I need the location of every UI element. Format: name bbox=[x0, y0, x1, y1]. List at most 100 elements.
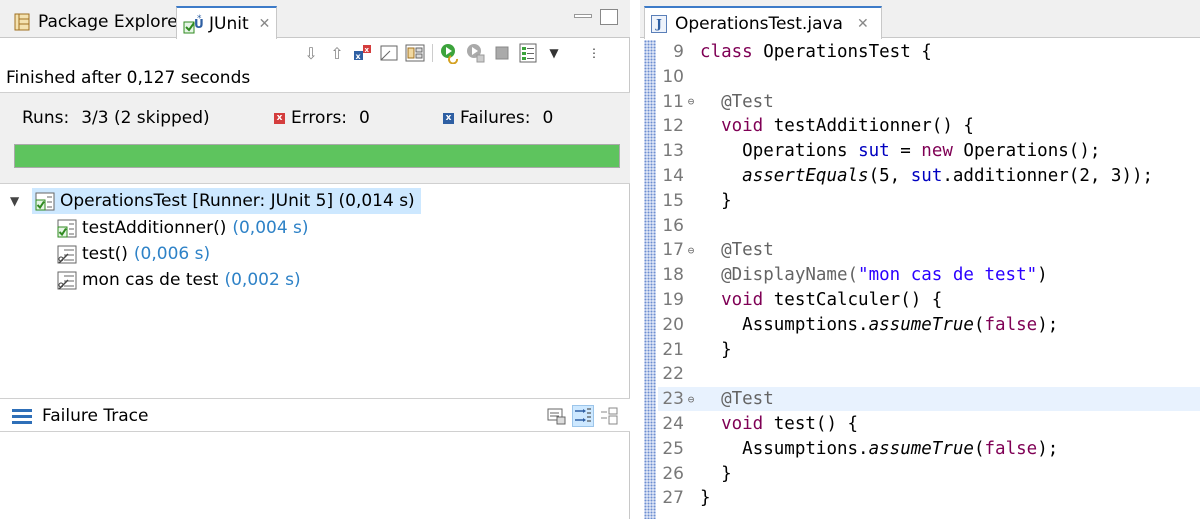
runs-counter: Runs: 3/3 (2 skipped) bbox=[22, 108, 210, 128]
failure-trace-title: Failure Trace bbox=[42, 406, 149, 426]
errors-label: Errors: bbox=[291, 108, 348, 128]
failures-counter: x Failures: 0 bbox=[443, 108, 553, 128]
tree-root-label: OperationsTest [Runner: JUnit 5] (0,014 … bbox=[60, 191, 415, 211]
fold-toggle bbox=[684, 442, 698, 456]
chevron-down-icon[interactable]: ▼ bbox=[10, 194, 26, 208]
filter-stack-trace-icon[interactable] bbox=[572, 405, 594, 427]
test-skipped-icon bbox=[56, 269, 78, 291]
minimize-button[interactable] bbox=[574, 14, 592, 18]
line-number: 20 bbox=[662, 314, 684, 335]
line-number: 11 bbox=[662, 91, 684, 112]
error-icon: x bbox=[274, 112, 285, 124]
code-text: class OperationsTest { bbox=[700, 42, 932, 62]
fold-toggle bbox=[684, 318, 698, 332]
line-number: 23 bbox=[662, 389, 684, 410]
fold-toggle bbox=[684, 467, 698, 481]
close-icon[interactable]: ✕ bbox=[259, 16, 271, 32]
code-text: @Test bbox=[721, 389, 774, 410]
editor-tab-label: OperationsTest.java bbox=[675, 13, 843, 34]
package-explorer-icon bbox=[12, 12, 32, 32]
line-number: 16 bbox=[662, 215, 684, 236]
code-text: void testAdditionner() { bbox=[721, 116, 974, 137]
tab-junit[interactable]: U * JUnit ✕ bbox=[176, 6, 278, 39]
tree-item-mon-cas-de-test[interactable]: mon cas de test (0,002 s) bbox=[56, 267, 301, 293]
line-number: 15 bbox=[662, 190, 684, 211]
line-number: 27 bbox=[662, 488, 684, 509]
code-text: } bbox=[721, 463, 732, 484]
chevron-down-icon[interactable]: ▼ bbox=[543, 42, 565, 64]
progress-fill bbox=[15, 145, 619, 167]
failures-label: Failures: bbox=[460, 108, 531, 128]
code-text: @Test bbox=[721, 240, 774, 261]
fold-toggle bbox=[684, 491, 698, 505]
failures-value: 0 bbox=[542, 108, 554, 128]
code-line: 16 bbox=[658, 214, 1200, 238]
test-duration: (0,004 s) bbox=[232, 218, 309, 238]
line-number: 17 bbox=[662, 240, 684, 261]
fold-toggle bbox=[684, 219, 698, 233]
code-line: 18 @DisplayName("mon cas de test") bbox=[658, 263, 1200, 287]
test-passed-icon bbox=[56, 217, 78, 239]
tab-package-explorer[interactable]: Package Explorer bbox=[6, 6, 191, 38]
scroll-lock-icon[interactable] bbox=[378, 42, 400, 64]
line-number: 13 bbox=[662, 141, 684, 162]
editor-tab-bar: J OperationsTest.java ✕ bbox=[640, 0, 1200, 39]
failure-trace-header: Failure Trace bbox=[0, 398, 630, 432]
stop-icon[interactable] bbox=[491, 42, 513, 64]
code-text: Assumptions.assumeTrue(false); bbox=[742, 438, 1059, 459]
tree-item-testadditionner[interactable]: testAdditionner() (0,004 s) bbox=[56, 215, 309, 241]
close-icon[interactable]: ✕ bbox=[857, 16, 869, 32]
tab-operationstest-java[interactable]: J OperationsTest.java ✕ bbox=[644, 6, 882, 39]
collapse-icon[interactable]: ⊖ bbox=[684, 392, 698, 406]
junit-toolbar: ⇩ ⇧ xx ▼ ⋮ bbox=[300, 40, 605, 66]
code-line: 12 void testAdditionner() { bbox=[658, 114, 1200, 138]
test-duration: (0,006 s) bbox=[133, 244, 211, 264]
code-line: 17 ⊖ @Test bbox=[658, 238, 1200, 262]
maximize-button[interactable] bbox=[600, 9, 618, 25]
code-line: 11 ⊖ @Test bbox=[658, 90, 1200, 114]
test-skipped-icon bbox=[56, 243, 78, 265]
test-counters: Runs: 3/3 (2 skipped) x Errors: 0 x Fail… bbox=[0, 92, 630, 184]
code-text: } bbox=[721, 190, 732, 211]
code-line: 15 } bbox=[658, 189, 1200, 213]
next-failure-icon[interactable]: ⇩ bbox=[300, 42, 322, 64]
tree-root-item[interactable]: ▼ OperationsTest [Runner: JUnit 5] (0,01… bbox=[10, 188, 421, 214]
tree-item-test[interactable]: test() (0,006 s) bbox=[56, 241, 210, 267]
code-text: @Test bbox=[721, 91, 774, 112]
fold-toggle bbox=[684, 367, 698, 381]
compare-result-icon[interactable] bbox=[546, 405, 568, 427]
previous-failure-icon[interactable]: ⇧ bbox=[326, 42, 348, 64]
overview-ruler[interactable] bbox=[644, 40, 656, 519]
code-line: 14 assertEquals(5, sut.additionner(2, 3)… bbox=[658, 164, 1200, 188]
tree-root-selection: OperationsTest [Runner: JUnit 5] (0,014 … bbox=[32, 188, 421, 214]
svg-text:*: * bbox=[197, 14, 202, 24]
line-number: 26 bbox=[662, 463, 684, 484]
fold-toggle bbox=[684, 293, 698, 307]
test-run-history-icon[interactable] bbox=[517, 42, 539, 64]
rerun-test-icon[interactable] bbox=[439, 42, 461, 64]
code-line: 19 void testCalculer() { bbox=[658, 288, 1200, 312]
failure-icon: x bbox=[443, 112, 454, 124]
code-text: } bbox=[700, 488, 711, 509]
view-menu-icon[interactable]: ⋮ bbox=[583, 42, 605, 64]
fold-toggle bbox=[684, 343, 698, 357]
show-failures-only-icon[interactable]: xx bbox=[352, 42, 374, 64]
layout-icon[interactable] bbox=[404, 42, 426, 64]
fold-toggle bbox=[684, 268, 698, 282]
code-line: 24 void test() { bbox=[658, 412, 1200, 436]
line-number: 14 bbox=[662, 166, 684, 186]
editor-pane: J OperationsTest.java ✕ 9 class Operatio… bbox=[640, 0, 1200, 519]
copy-trace-icon[interactable] bbox=[598, 405, 620, 427]
java-file-icon: J bbox=[651, 14, 667, 33]
fold-toggle bbox=[684, 45, 698, 59]
code-line: 10 bbox=[658, 65, 1200, 89]
run-status-text: Finished after 0,127 seconds bbox=[6, 68, 251, 88]
code-text: Operations sut = new Operations(); bbox=[742, 141, 1101, 162]
stack-trace-icon bbox=[12, 409, 32, 427]
fold-toggle bbox=[684, 169, 698, 183]
rerun-failures-first-icon[interactable] bbox=[465, 42, 487, 64]
junit-icon: U * bbox=[183, 14, 204, 34]
collapse-icon[interactable]: ⊖ bbox=[684, 243, 698, 257]
collapse-icon[interactable]: ⊖ bbox=[684, 95, 698, 109]
code-line: 25 Assumptions.assumeTrue(false); bbox=[658, 437, 1200, 461]
